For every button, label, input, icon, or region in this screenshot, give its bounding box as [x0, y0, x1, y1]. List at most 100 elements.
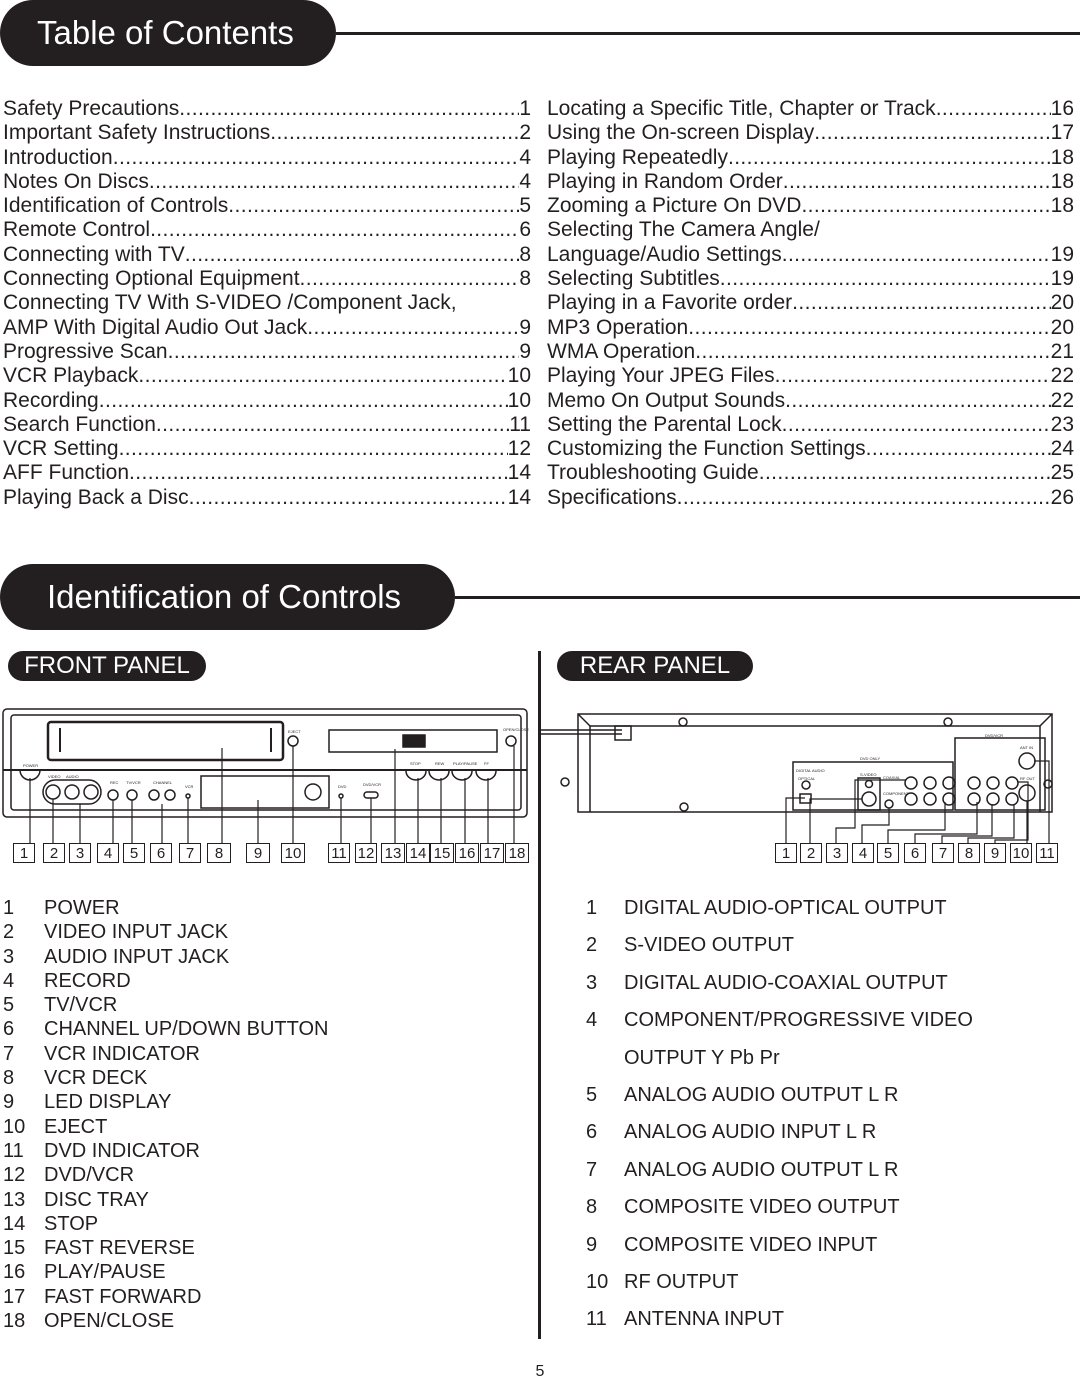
toc-entry[interactable]: Identification of Controls 5 [3, 194, 531, 218]
toc-entry[interactable]: Selecting The Camera Angle/ [547, 218, 1074, 242]
stop-label: STOP [410, 761, 421, 766]
toc-entry[interactable]: Connecting TV With S-VIDEO /Component Ja… [3, 291, 531, 315]
toc-entry-page: 16 [1050, 97, 1074, 120]
toc-entry[interactable]: Playing Repeatedly 18 [547, 146, 1074, 170]
control-label: DVD/VCR [44, 1164, 135, 1187]
toc-entry[interactable]: Using the On-screen Display 17 [547, 121, 1074, 145]
playpause-label: PLAY/PAUSE [453, 761, 478, 766]
toc-entry[interactable]: Progressive Scan 9 [3, 340, 531, 364]
toc-entry-page: 18 [1050, 169, 1074, 193]
toc-entry[interactable]: Troubleshooting Guide 25 [547, 461, 1074, 485]
control-label: VCR INDICATOR [44, 1042, 200, 1065]
control-label: RF OUTPUT [624, 1270, 739, 1293]
dvd-label: DVD [338, 784, 347, 789]
rew-label: REW [435, 761, 445, 766]
digital-audio-label: DIGITAL AUDIO [796, 768, 825, 773]
toc-entry-title: Playing Back a Disc [3, 485, 189, 509]
toc-entry[interactable]: Setting the Parental Lock 23 [547, 413, 1074, 437]
toc-entry[interactable]: Locating a Specific Title, Chapter or Tr… [547, 97, 1074, 121]
rec-button [107, 789, 119, 801]
front-control-item: 13 DISC TRAY [3, 1188, 328, 1212]
toc-entry[interactable]: Customizing the Function Settings 24 [547, 437, 1074, 461]
toc-entry-page: 24 [1050, 437, 1074, 461]
toc-entry-page: 2 [519, 121, 531, 145]
front-callout-box: 12 [355, 843, 377, 863]
toc-entry[interactable]: Safety Precautions 1 [3, 97, 531, 121]
toc-entry[interactable]: Connecting with TV 8 [3, 243, 531, 267]
toc-entry[interactable]: MP3 Operation 20 [547, 316, 1074, 340]
toc-entry-page: 9 [519, 315, 531, 339]
toc-entry[interactable]: AFF Function 14 [3, 461, 531, 485]
toc-entry[interactable]: Memo On Output Sounds 22 [547, 389, 1074, 413]
page-number: 5 [535, 1363, 545, 1380]
toc-entry[interactable]: WMA Operation 21 [547, 340, 1074, 364]
toc-leader-dots [113, 146, 520, 170]
toc-leader-dots [138, 364, 507, 388]
toc-entry[interactable]: Playing Back a Disc 14 [3, 486, 531, 510]
rear-callout-box: 6 [904, 843, 926, 863]
toc-leader-dots [775, 364, 1051, 388]
toc-entry[interactable]: VCR Setting 12 [3, 437, 531, 461]
toc-leader-dots [156, 413, 509, 437]
toc-entry[interactable]: Specifications 26 [547, 486, 1074, 510]
toc-entry[interactable]: Connecting Optional Equipment 8 [3, 267, 531, 291]
dvd-only-label: DVD ONLY [860, 756, 880, 761]
power-cord-inlet [614, 725, 632, 741]
rf-out-label: RF OUT [1020, 776, 1035, 781]
control-number: 15 [3, 1237, 26, 1260]
front-control-item: 6 CHANNEL UP/DOWN BUTTON [3, 1017, 328, 1041]
toc-entry[interactable]: VCR Playback 10 [3, 364, 531, 388]
rear-chassis [577, 713, 1053, 813]
toc-entry[interactable]: Selecting Subtitles 19 [547, 267, 1074, 291]
toc-entry[interactable]: Important Safety Instructions 2 [3, 121, 531, 145]
rear-callout-box: 9 [984, 843, 1006, 863]
openclose-label: OPEN/CLOSE [503, 727, 529, 732]
toc-entry[interactable]: Introduction 4 [3, 146, 531, 170]
toc-entry[interactable]: Playing in Random Order 18 [547, 170, 1074, 194]
control-label: DIGITAL AUDIO-OPTICAL OUTPUT [624, 897, 947, 919]
toc-entry-title: Safety Precautions [3, 97, 180, 120]
rear-control-item: OUTPUT Y Pb Pr [586, 1046, 973, 1083]
control-label: EJECT [44, 1115, 108, 1138]
toc-entry[interactable]: Playing in a Favorite order 20 [547, 291, 1074, 315]
rear-control-item: 2 S-VIDEO OUTPUT [586, 933, 973, 970]
toc-entry-page: 5 [519, 194, 531, 218]
toc-entry-page: 19 [1050, 242, 1074, 266]
svideo-label: S-VIDEO [860, 772, 876, 777]
front-control-item: 15 FAST REVERSE [3, 1236, 328, 1260]
toc-entry[interactable]: AMP With Digital Audio Out Jack 9 [3, 316, 531, 340]
toc-entry[interactable]: Recording 10 [3, 389, 531, 413]
toc-entry-page: 19 [1050, 267, 1074, 291]
eject-label: EJECT [288, 729, 301, 734]
rear-callout-box: 3 [826, 843, 848, 863]
toc-entry-title: Selecting Subtitles [547, 267, 720, 291]
toc-leader-dots [307, 316, 519, 340]
toc-leader-dots [814, 121, 1050, 145]
toc-leader-dots [759, 461, 1051, 485]
svideo-block [857, 777, 881, 811]
toc-entry-title: Specifications [547, 485, 677, 509]
control-label: COMPOSITE VIDEO INPUT [624, 1233, 878, 1256]
vcr-deck-slot [46, 720, 285, 762]
control-label: ANALOG AUDIO INPUT L R [624, 1121, 877, 1144]
controls-title-text: Identification of Controls [47, 578, 402, 615]
toc-leader-dots [119, 437, 508, 461]
toc-entry-page: 14 [507, 485, 531, 509]
audio-label: AUDIO [66, 774, 79, 779]
channel-label: CHANNEL [153, 780, 173, 785]
toc-entry[interactable]: Zooming a Picture On DVD 18 [547, 194, 1074, 218]
rear-control-item: 9 COMPOSITE VIDEO INPUT [586, 1233, 973, 1270]
rear-control-item: 5 ANALOG AUDIO OUTPUT L R [586, 1083, 973, 1120]
rf-out-port [1018, 784, 1036, 802]
toc-entry[interactable]: Remote Control 6 [3, 218, 531, 242]
toc-header-rule [336, 32, 1080, 35]
toc-entry[interactable]: Language/Audio Settings 19 [547, 243, 1074, 267]
toc-entry-title: Locating a Specific Title, Chapter or Tr… [547, 97, 936, 120]
rear-control-item: 6 ANALOG AUDIO INPUT L R [586, 1120, 973, 1157]
toc-entry[interactable]: Playing Your JPEG Files 22 [547, 364, 1074, 388]
toc-entry[interactable]: Notes On Discs 4 [3, 170, 531, 194]
toc-leader-dots [189, 486, 508, 510]
toc-entry[interactable]: Search Function 11 [3, 413, 531, 437]
toc-entry-title: Introduction [3, 145, 113, 169]
control-label: VIDEO INPUT JACK [44, 921, 229, 944]
